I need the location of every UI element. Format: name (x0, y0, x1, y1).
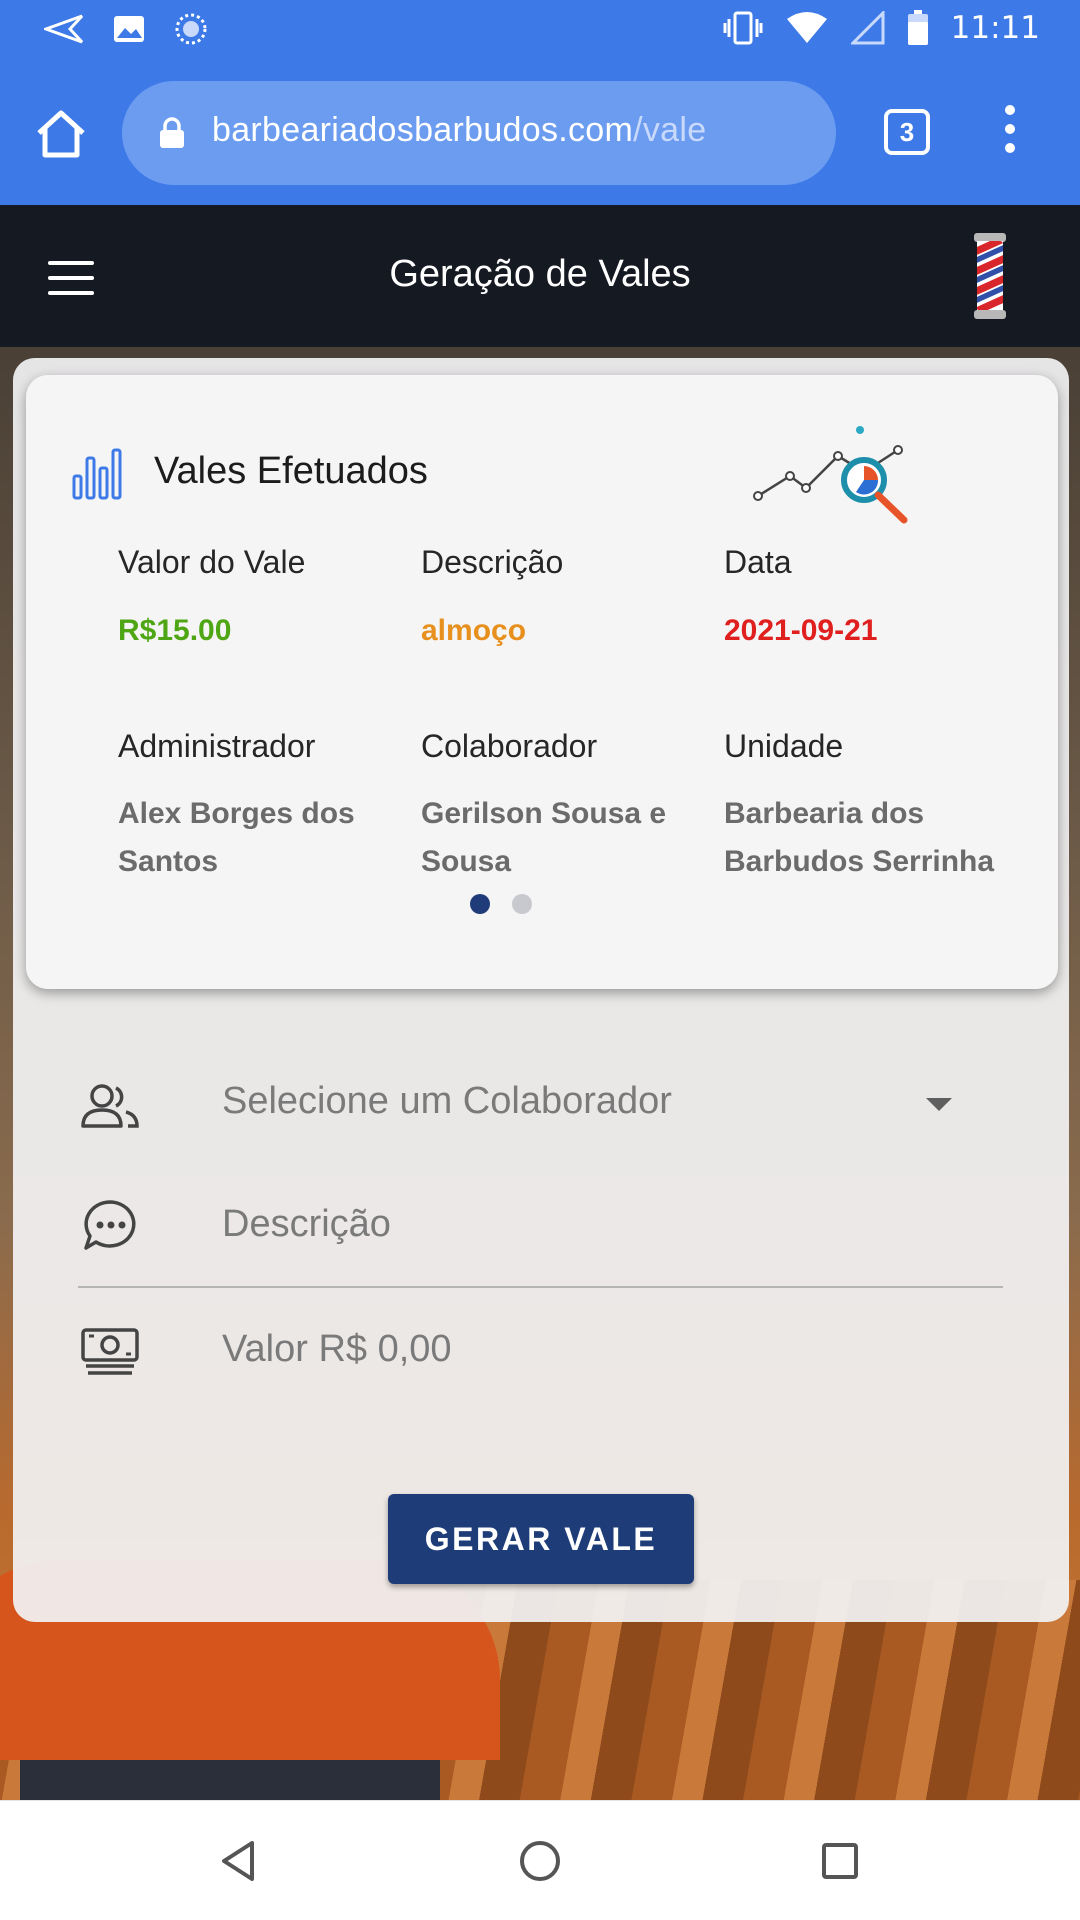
send-icon (44, 14, 84, 44)
wifi-icon (786, 12, 827, 43)
page-title: Geração de Vales (389, 253, 691, 295)
voucher-description: almoço (421, 614, 527, 647)
label-administrator: Administrador (118, 728, 316, 764)
address-bar[interactable]: barbeariadosbarbudos.com/vale (122, 81, 836, 185)
description-underline (78, 1286, 1003, 1288)
voucher-collaborator: Gerilson Sousa e Sousa (421, 797, 667, 878)
dropdown-arrow-icon[interactable] (926, 1098, 952, 1111)
label-collaborator: Colaborador (421, 728, 598, 764)
overflow-menu-icon[interactable] (998, 105, 1022, 161)
vibrate-icon (723, 11, 763, 45)
chat-bubble-icon (84, 1200, 136, 1250)
tab-switcher-button[interactable]: 3 (884, 109, 930, 155)
url-path: /vale (633, 111, 707, 149)
description-input[interactable]: Descrição (222, 1203, 391, 1246)
label-description: Descrição (421, 544, 564, 580)
home-circle-icon[interactable] (518, 1839, 562, 1883)
voucher-date: 2021-09-21 (724, 614, 878, 647)
back-icon[interactable] (218, 1839, 262, 1883)
carousel-dot-active[interactable] (470, 894, 490, 914)
voucher-unit: Barbearia dos Barbudos Serrinha (724, 797, 995, 878)
value-input[interactable]: Valor R$ 0,00 (222, 1328, 452, 1371)
voucher-value: R$15.00 (118, 614, 232, 647)
lock-icon (160, 117, 184, 148)
recents-icon[interactable] (818, 1839, 862, 1883)
signal-icon (850, 11, 885, 45)
label-date: Data (724, 544, 792, 580)
analytics-magnifier-icon (753, 426, 908, 524)
voucher-administrator: Alex Borges dos Santos (118, 797, 355, 878)
label-voucher-value: Valor do Vale (118, 544, 306, 580)
people-icon (81, 1084, 139, 1128)
bar-chart-icon (72, 448, 122, 500)
carousel-dot[interactable] (512, 894, 532, 914)
carousel-pagination (470, 894, 532, 914)
system-navigation-bar (0, 1800, 1080, 1920)
battery-icon (907, 10, 928, 45)
clock: 11:11 (950, 10, 1040, 46)
sync-icon (175, 13, 207, 45)
label-unit: Unidade (724, 728, 844, 764)
app-header: Geração de Vales (0, 205, 1080, 347)
image-icon (114, 16, 144, 42)
browser-toolbar: barbeariadosbarbudos.com/vale 3 (0, 63, 1080, 205)
url-text: barbeariadosbarbudos.com/vale (212, 111, 706, 150)
money-icon (81, 1328, 139, 1375)
home-icon[interactable] (34, 107, 88, 161)
url-domain: barbeariadosbarbudos.com (212, 111, 634, 149)
generate-voucher-button[interactable]: GERAR VALE (388, 1494, 694, 1584)
collaborator-select[interactable]: Selecione um Colaborador (222, 1080, 672, 1123)
status-bar: 11:11 (0, 0, 1080, 63)
barber-pole-logo (974, 233, 1006, 319)
summary-title: Vales Efetuados (154, 450, 428, 492)
